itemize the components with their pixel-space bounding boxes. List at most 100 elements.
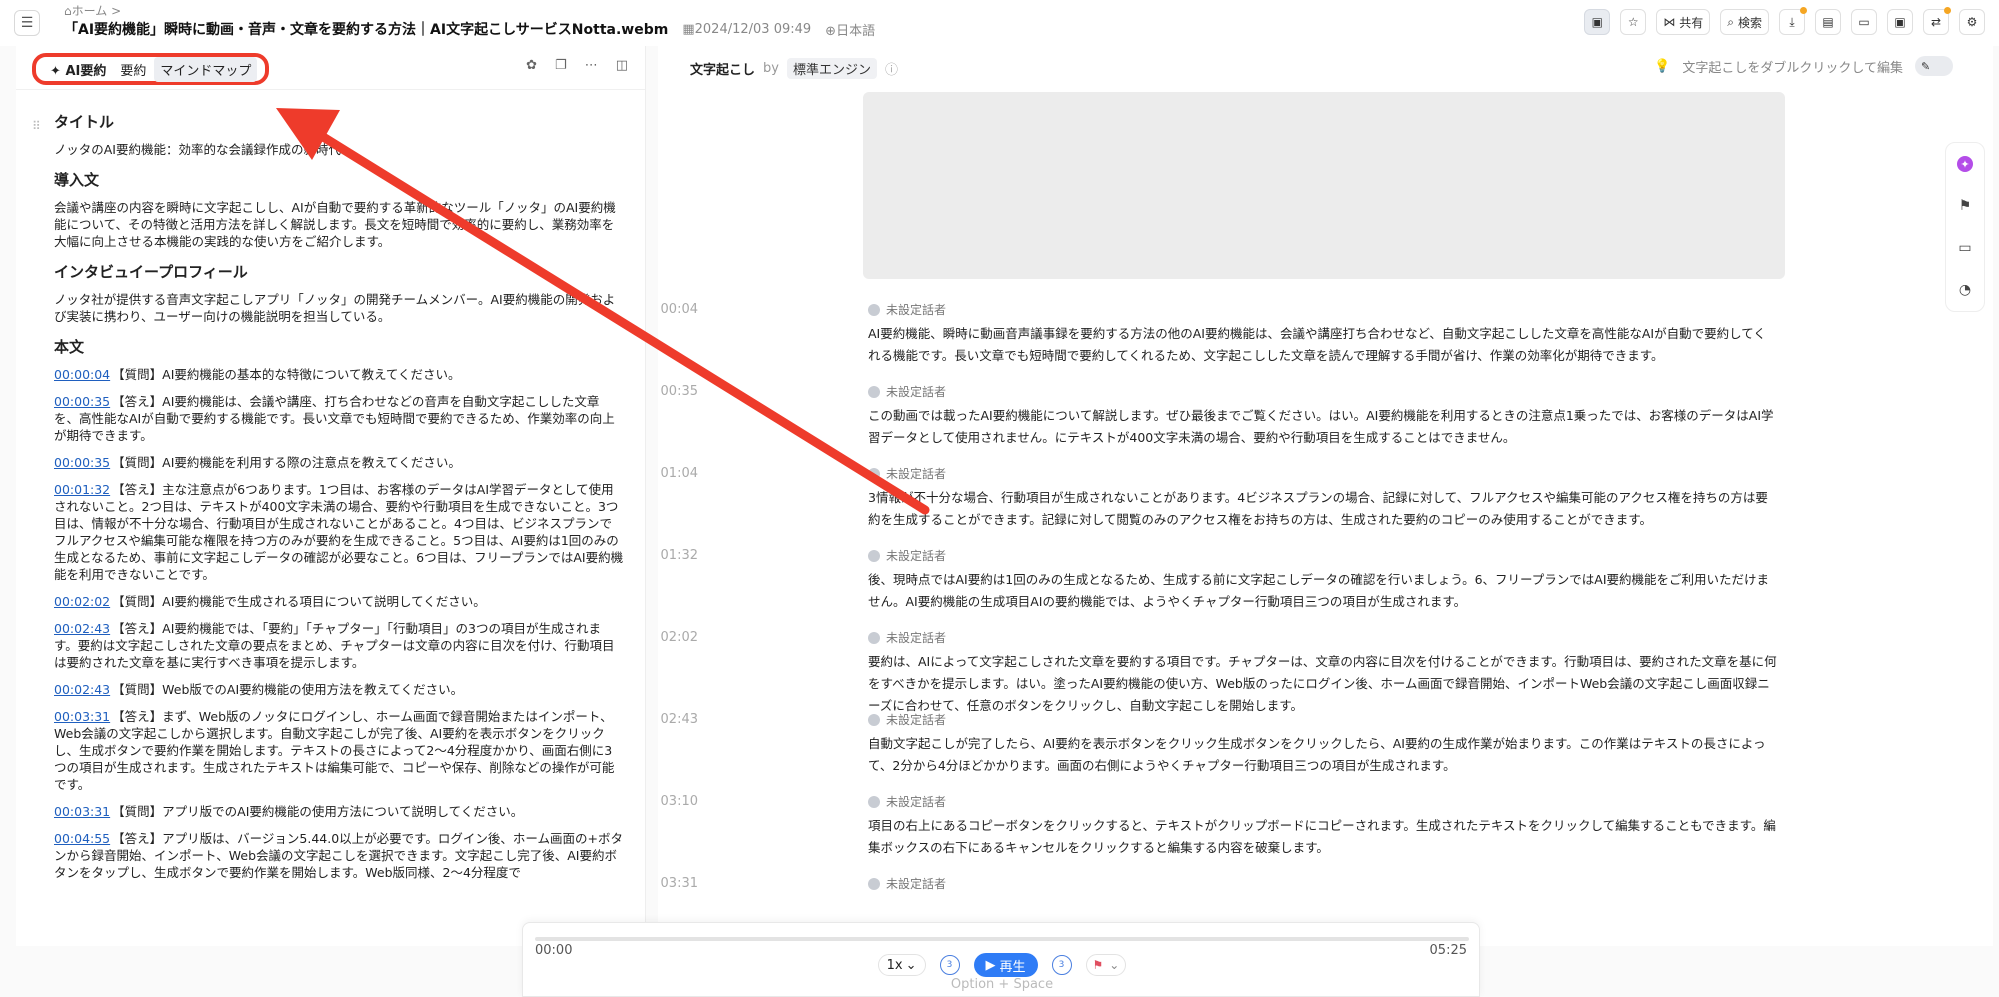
qa-item: 00:01:32 【答え】主な注意点が6つあります。1つ目は、お客様のデータはAI…: [54, 481, 624, 583]
play-button[interactable]: ▶ 再生: [973, 953, 1038, 977]
segment-time[interactable]: 02:43: [658, 712, 698, 727]
transcript-segment[interactable]: 01:04 未設定話者 3情報が不十分な場合、行動項目が生成されないことがありま…: [658, 466, 1993, 548]
timestamp-link[interactable]: 00:01:32: [54, 482, 110, 497]
segment-time[interactable]: 00:35: [658, 384, 698, 399]
share-icon: ⋈: [1663, 15, 1676, 29]
transcript-segment[interactable]: 00:35 未設定話者 この動画では載ったAI要約機能について解説します。ぜひ最…: [658, 384, 1993, 466]
video-player[interactable]: [863, 92, 1785, 279]
timestamp-link[interactable]: 00:03:31: [54, 709, 110, 724]
transcript-segment[interactable]: 00:04 未設定話者 AI要約機能、瞬時に動画音声議事録を要約する方法の他のA…: [658, 302, 1993, 384]
timestamp-link[interactable]: 00:02:43: [54, 682, 110, 697]
document-title[interactable]: 「AI要約機能」瞬時に動画・音声・文章を要約する方法｜AI文字起こしサービスNo…: [64, 19, 668, 39]
bookmark-icon[interactable]: ⚑: [1959, 198, 1972, 214]
share-button[interactable]: ⋈ 共有: [1656, 9, 1711, 35]
speaker-avatar-icon: [868, 549, 880, 562]
speaker-avatar-icon: [868, 713, 880, 726]
speaker-avatar-icon: [868, 467, 880, 480]
segment-text[interactable]: 自動文字起こしが完了したら、AI要約を表示ボタンをクリック生成ボタンをクリックし…: [868, 733, 1778, 777]
notes-button[interactable]: ▤: [1815, 9, 1841, 35]
pencil-icon: ✎: [1921, 59, 1931, 73]
tab-summary[interactable]: 要約: [114, 57, 152, 82]
transcript-list: 00:04 未設定話者 AI要約機能、瞬時に動画音声議事録を要約する方法の他のA…: [658, 302, 1993, 946]
rewind-button[interactable]: 3: [939, 955, 960, 975]
segment-text[interactable]: 後、現時点ではAI要約は1回のみの生成となるため、生成する前に文字起こしデータの…: [868, 569, 1778, 613]
tab-mindmap[interactable]: マインドマップ: [154, 56, 258, 82]
speaker-name[interactable]: 未設定話者: [886, 711, 946, 728]
settings-button[interactable]: ⚙: [1959, 9, 1985, 35]
sparkle-icon: ✦: [50, 63, 61, 79]
qa-text: 【質問】AI要約機能で生成される項目について説明してください。: [112, 594, 486, 609]
timestamp-link[interactable]: 00:02:02: [54, 594, 110, 609]
breadcrumb[interactable]: ⌂ホーム >: [64, 2, 121, 19]
segment-time[interactable]: 03:10: [658, 794, 698, 809]
download-button[interactable]: ⤓: [1779, 7, 1807, 35]
favorite-button[interactable]: ☆: [1620, 9, 1647, 35]
bookmark-button[interactable]: ⚑ ⌄: [1085, 954, 1127, 976]
ai-assistant-icon[interactable]: ✦: [1957, 156, 1973, 172]
segment-time[interactable]: 00:04: [658, 302, 698, 317]
timestamp-link[interactable]: 00:04:55: [54, 831, 110, 846]
segment-time[interactable]: 03:31: [658, 876, 698, 891]
more-icon[interactable]: ⋯: [585, 58, 598, 73]
qa-text: 【答え】まず、Web版のノッタにログインし、ホーム画面で録音開始またはインポート…: [54, 709, 615, 792]
save-button[interactable]: ▣: [1887, 9, 1913, 35]
speed-selector[interactable]: 1x ⌄: [877, 954, 926, 976]
play-icon: ▶: [985, 957, 996, 973]
forward-button[interactable]: 3: [1051, 955, 1072, 975]
speaker-name[interactable]: 未設定話者: [886, 465, 946, 482]
speaker-avatar-icon: [868, 631, 880, 644]
speaker-name[interactable]: 未設定話者: [886, 793, 946, 810]
progress-bar[interactable]: [535, 937, 1469, 941]
speaker-name[interactable]: 未設定話者: [886, 383, 946, 400]
segment-text[interactable]: この動画では載ったAI要約機能について解説します。ぜひ最後までご覧ください。はい…: [868, 405, 1778, 449]
translate-button[interactable]: ⇄: [1923, 7, 1951, 35]
segment-text[interactable]: 項目の右上にあるコピーボタンをクリックすると、テキストがクリップボードにコピーさ…: [868, 815, 1778, 859]
speaker-name[interactable]: 未設定話者: [886, 875, 946, 892]
timestamp-link[interactable]: 00:02:43: [54, 621, 110, 636]
profile-text: ノッタ社が提供する音声文字起こしアプリ「ノッタ」の開発チームメンバー。AI要約機…: [54, 292, 616, 324]
transcript-segment[interactable]: 01:32 未設定話者 後、現時点ではAI要約は1回のみの生成となるため、生成す…: [658, 548, 1993, 630]
transcript-segment[interactable]: 03:10 未設定話者 項目の右上にあるコピーボタンをクリックすると、テキストが…: [658, 794, 1993, 876]
comment-icon[interactable]: ▭: [1958, 240, 1971, 256]
segment-text[interactable]: 要約は、AIによって文字起こしされた文章を要約する項目です。チャプターは、文章の…: [868, 651, 1778, 717]
collapse-panel-icon[interactable]: ◫: [616, 58, 628, 73]
clock-icon[interactable]: ◔: [1959, 282, 1971, 298]
menu-button[interactable]: ☰: [14, 10, 40, 36]
speaker-avatar-icon: [868, 795, 880, 808]
drag-handle-icon[interactable]: ⠿: [32, 119, 41, 133]
timestamp-link[interactable]: 00:00:35: [54, 394, 110, 409]
palette-icon[interactable]: ✿: [526, 58, 537, 73]
shortcut-hint: Option + Space: [950, 977, 1054, 992]
info-icon[interactable]: ⓘ: [885, 59, 898, 78]
segment-text[interactable]: AI要約機能、瞬時に動画音声議事録を要約する方法の他のAI要約機能は、会議や講座…: [868, 323, 1778, 367]
layout-toggle-button[interactable]: ▣: [1584, 9, 1611, 35]
qa-text: 【質問】Web版でのAI要約機能の使用方法を教えてください。: [112, 682, 464, 697]
qa-text: 【答え】主な注意点が6つあります。1つ目は、お客様のデータはAI学習データとして…: [54, 482, 624, 582]
engine-selector[interactable]: 標準エンジン: [786, 58, 877, 79]
qa-text: 【答え】AI要約機能は、会議や講座、打ち合わせなどの音声を自動文字起こしした文章…: [54, 394, 615, 443]
segment-text[interactable]: 3情報が不十分な場合、行動項目が生成されないことがあります。4ビジネスプランの場…: [868, 487, 1778, 531]
copy-icon[interactable]: ❐: [555, 58, 567, 73]
segment-time[interactable]: 01:32: [658, 548, 698, 563]
record-language[interactable]: 日本語: [836, 24, 875, 39]
search-button[interactable]: ⌕ 検索: [1720, 9, 1769, 35]
timestamp-link[interactable]: 00:00:04: [54, 367, 110, 382]
transcript-heading: 文字起こし: [690, 63, 756, 78]
tab-ai-summary[interactable]: ✦ AI要約: [44, 57, 112, 82]
qa-item: 00:02:02 【質問】AI要約機能で生成される項目について説明してください。: [54, 593, 624, 610]
speaker-name[interactable]: 未設定話者: [886, 547, 946, 564]
folder-button[interactable]: ▭: [1851, 9, 1877, 35]
edit-hint: 文字起こしをダブルクリックして編集: [1682, 60, 1903, 76]
edit-toggle[interactable]: ✎: [1915, 56, 1953, 76]
timestamp-link[interactable]: 00:00:35: [54, 455, 110, 470]
transcript-segment[interactable]: 02:43 未設定話者 自動文字起こしが完了したら、AI要約を表示ボタンをクリッ…: [658, 712, 1993, 794]
breadcrumb-home[interactable]: ホーム: [72, 4, 108, 18]
speaker-name[interactable]: 未設定話者: [886, 629, 946, 646]
timestamp-link[interactable]: 00:03:31: [54, 804, 110, 819]
speaker-avatar-icon: [868, 303, 880, 316]
segment-time[interactable]: 01:04: [658, 466, 698, 481]
qa-text: 【答え】アプリ版は、バージョン5.44.0以上が必要です。ログイン後、ホーム画面…: [54, 831, 623, 880]
transcript-segment[interactable]: 02:02 未設定話者 要約は、AIによって文字起こしされた文章を要約する項目で…: [658, 629, 1993, 713]
speaker-name[interactable]: 未設定話者: [886, 301, 946, 318]
segment-time[interactable]: 02:02: [658, 630, 698, 645]
